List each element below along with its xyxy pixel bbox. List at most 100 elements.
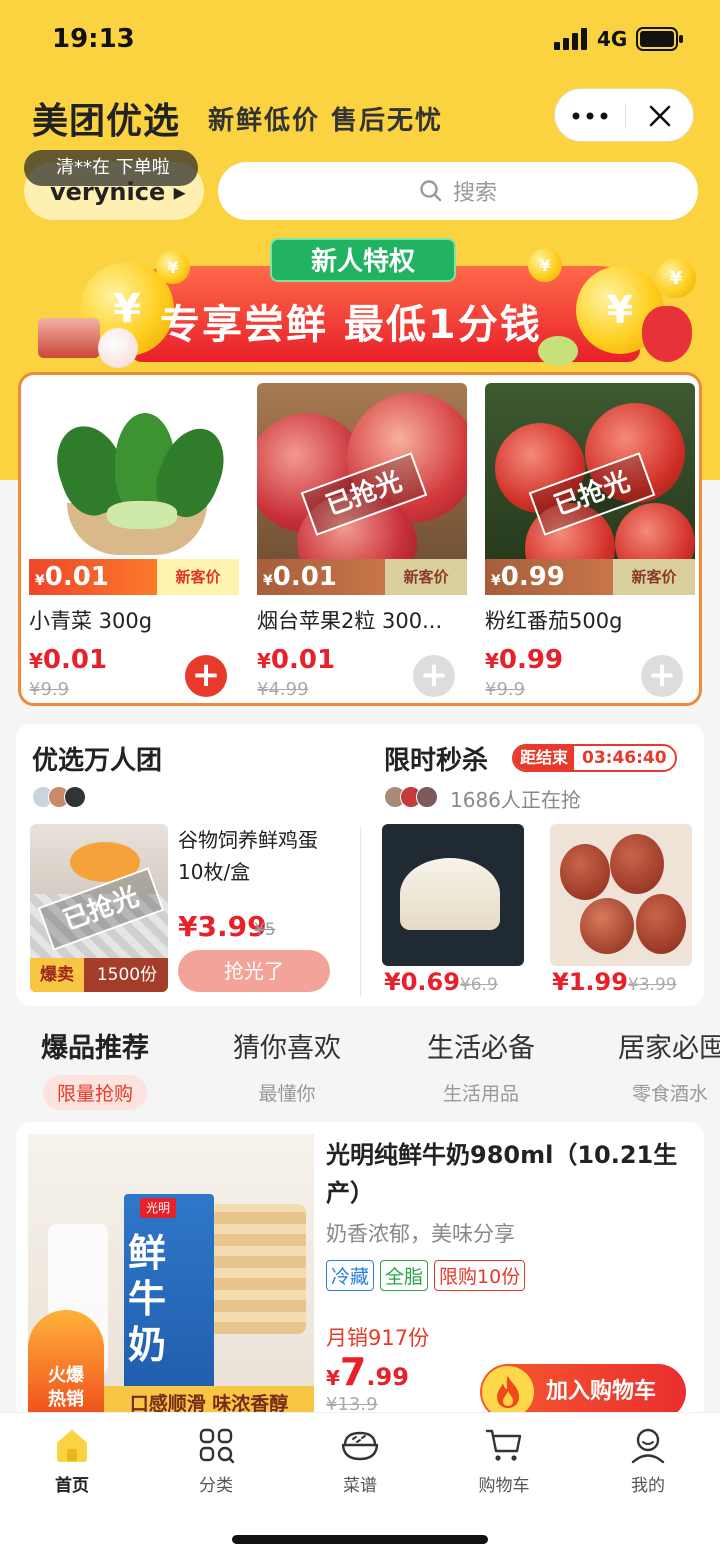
add-to-cart-button[interactable]: + — [185, 655, 227, 697]
add-to-cart-button-disabled[interactable]: + — [641, 655, 683, 697]
flash-original-price: ¥3.99 — [627, 975, 677, 995]
original-price: ¥9.9 — [29, 679, 70, 700]
product-card-milk[interactable]: 光明 鲜牛奶 火爆热销 口感顺滑 味浓香醇 光明纯鲜牛奶980ml（10.21生… — [16, 1122, 704, 1422]
brand-logo: 光明 — [140, 1198, 176, 1218]
currency: ¥ — [485, 649, 499, 673]
product-price: ¥7.99 — [326, 1350, 409, 1394]
search-placeholder: 搜索 — [452, 181, 497, 206]
tab-home-stock[interactable]: 居家必囤 零食酒水 — [582, 1026, 720, 1110]
countdown-label: 距结束 — [514, 746, 575, 770]
product-name: 粉红番茄500g — [485, 609, 623, 633]
search-bar[interactable]: 搜索 — [218, 162, 698, 220]
tab-guess-you-like[interactable]: 猜你喜欢 最懂你 — [192, 1026, 382, 1110]
section-divider — [360, 826, 361, 996]
group-buy-image[interactable]: 已抢光 爆卖 1500份 — [30, 824, 168, 992]
nav-recipes[interactable]: 菜谱 — [288, 1425, 432, 1496]
user-icon — [631, 1428, 665, 1464]
add-to-cart-label: 加入购物车 — [546, 1379, 657, 1404]
tab-title: 爆品推荐 — [41, 1033, 149, 1064]
banner-tag: 新人特权 — [270, 238, 456, 282]
bar-price: 0.99 — [500, 562, 565, 592]
close-icon — [649, 105, 671, 127]
tab-subtitle: 最懂你 — [258, 1083, 316, 1105]
brand-title: 美团优选 — [32, 101, 181, 142]
category-tabs: 爆品推荐 限量抢购 猜你喜欢 最懂你 生活必备 生活用品 居家必囤 零食酒水 — [0, 1026, 720, 1116]
product-image-jujube — [550, 824, 692, 966]
order-tip-text: 清**在 下单啦 — [56, 157, 170, 178]
status-time: 19:13 — [52, 24, 135, 54]
status-bar: 19:13 4G — [0, 0, 720, 80]
lychee-icon — [98, 328, 138, 368]
currency: ¥ — [257, 649, 271, 673]
avatar — [416, 786, 438, 808]
flash-viewers: 1686人正在抢 — [450, 788, 581, 812]
home-indicator[interactable] — [232, 1535, 488, 1544]
nav-label: 分类 — [199, 1476, 233, 1496]
nav-category[interactable]: 分类 — [144, 1425, 288, 1496]
countdown-value: 03:46:40 — [574, 746, 675, 770]
nav-home[interactable]: 首页 — [0, 1425, 144, 1496]
flame-icon — [482, 1366, 534, 1418]
mini-program-capsule — [554, 88, 694, 142]
price-value: 0.01 — [270, 645, 336, 675]
product-price: ¥0.01 — [29, 645, 107, 675]
price-decimal: .99 — [366, 1363, 409, 1391]
product-image-enoki — [382, 824, 524, 966]
add-to-cart-button-disabled[interactable]: + — [413, 655, 455, 697]
hot-label: 爆卖 — [30, 958, 84, 992]
tab-hot-recommend[interactable]: 爆品推荐 限量抢购 — [0, 1026, 190, 1110]
original-price: ¥4.99 — [257, 679, 309, 700]
tab-subtitle: 生活用品 — [442, 1083, 519, 1105]
more-button[interactable] — [555, 89, 625, 143]
group-avatars — [32, 786, 86, 808]
product-name: 小青菜 300g — [29, 609, 153, 633]
monthly-sales: 月销917份 — [326, 1326, 430, 1350]
meat-icon — [38, 318, 100, 358]
new-user-price-bar: ¥0.01 新客价 — [29, 559, 239, 595]
product-title: 光明纯鲜牛奶980ml（10.21生产） — [326, 1141, 678, 1207]
flash-item[interactable]: ¥0.69¥6.9 — [382, 824, 524, 996]
product-image-milk: 光明 鲜牛奶 火爆热销 口感顺滑 味浓香醇 — [28, 1134, 314, 1422]
tab-title: 猜你喜欢 — [233, 1033, 341, 1064]
price-value: 0.01 — [42, 645, 108, 675]
flash-item[interactable]: ¥1.99¥3.99 — [550, 824, 692, 996]
product-name: 烟台苹果2粒 300... — [257, 609, 443, 633]
flash-price: ¥1.99¥3.99 — [552, 968, 677, 996]
banner-text: 专享尝鲜 最低1分钱 — [160, 302, 542, 348]
hot-sale-bar: 爆卖 1500份 — [30, 958, 168, 992]
nav-label: 购物车 — [478, 1476, 530, 1496]
coin-icon: ¥ — [656, 258, 696, 298]
rice-bowl-icon — [341, 1431, 379, 1461]
tab-subtitle: 限量抢购 — [42, 1075, 147, 1110]
network-type: 4G — [597, 27, 628, 51]
flash-avatars — [384, 786, 438, 808]
tab-daily-essentials[interactable]: 生活必备 生活用品 — [386, 1026, 576, 1110]
group-product-name[interactable]: 谷物饲养鲜鸡蛋10枚/盒 — [178, 824, 328, 888]
sold-out-button[interactable]: 抢光了 — [178, 950, 330, 992]
product-description: 奶香浓郁，美味分享 — [326, 1222, 515, 1246]
flash-price: ¥0.69¥6.9 — [384, 968, 498, 996]
nav-cart[interactable]: 购物车 — [432, 1425, 576, 1496]
nav-profile[interactable]: 我的 — [576, 1425, 720, 1496]
location-name[interactable]: verynice ▸ — [50, 178, 186, 206]
tab-subtitle: 零食酒水 — [632, 1083, 709, 1105]
nav-label: 首页 — [55, 1476, 89, 1496]
coin-icon: ¥ — [528, 248, 562, 282]
bar-label: 新客价 — [613, 559, 695, 595]
close-button[interactable] — [625, 89, 695, 143]
brand-slogan: 新鲜低价 售后无忧 — [208, 106, 444, 136]
box-text: 鲜牛奶 — [128, 1231, 167, 1367]
strawberry-icon — [642, 306, 692, 362]
group-buy-title[interactable]: 优选万人团 — [32, 740, 162, 777]
new-user-banner[interactable]: ¥ ¥ ¥ ¥ ¥ 新人特权 专享尝鲜 最低1分钱 — [20, 236, 700, 372]
tab-title: 居家必囤 — [618, 1033, 720, 1064]
flash-price-value: ¥0.69 — [384, 968, 460, 996]
grape-icon — [538, 336, 578, 366]
group-original-price: ¥5 — [254, 920, 276, 940]
tag-whole-milk: 全脂 — [380, 1260, 429, 1291]
avatar — [64, 786, 86, 808]
new-user-products: ¥0.01 新客价 小青菜 300g ¥0.01 ¥9.9 + 已抢光 ¥0.0… — [18, 372, 702, 706]
original-price: ¥9.9 — [485, 679, 526, 700]
tab-title: 生活必备 — [427, 1033, 535, 1064]
flash-sale-title[interactable]: 限时秒杀 — [384, 740, 488, 777]
